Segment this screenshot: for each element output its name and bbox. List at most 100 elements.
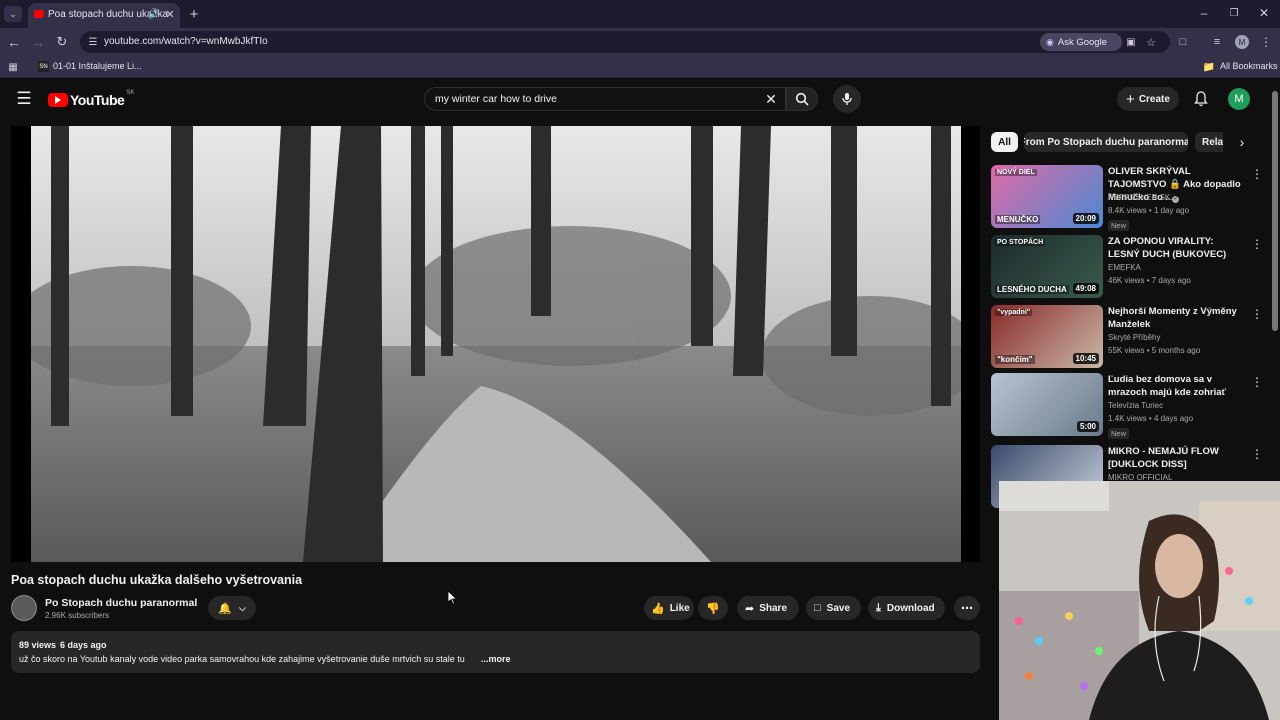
hamburger-menu-icon[interactable]: ☰ <box>14 89 34 109</box>
bookmark-star-icon[interactable]: ☆ <box>1144 35 1158 49</box>
youtube-page: ☰ YouTube SK my winter car how to drive … <box>0 79 1280 720</box>
address-bar[interactable]: ☰ youtube.com/watch?v=wnMwbJkfTIo ◉ Ask … <box>80 31 1170 53</box>
thumbnail-caption: "vypadni" <box>995 309 1033 316</box>
download-button[interactable]: ⤓ Download <box>868 596 945 620</box>
dislike-button[interactable]: 👎 <box>698 596 728 620</box>
minimize-icon[interactable]: – <box>1196 6 1212 20</box>
create-label: Create <box>1138 93 1170 105</box>
video-title: Poa stopach duchu ukažka dalšeho vyšetro… <box>11 573 303 587</box>
recommendation-thumbnail[interactable]: "vypadni" "končím" 10:45 <box>991 305 1103 368</box>
view-count: 8.4K views <box>1108 206 1147 215</box>
more-actions-button[interactable]: ⋯ <box>954 596 980 620</box>
recommendation-stats: 46K views • 7 days ago <box>1108 276 1191 285</box>
install-app-icon[interactable]: ▣ <box>1124 35 1138 49</box>
browser-tab[interactable]: Poa stopach duchu ukažka 🔊 ✕ <box>28 3 180 28</box>
webcam-person-image <box>999 481 1280 720</box>
recommendation-thumbnail[interactable]: 5:00 <box>991 373 1103 436</box>
new-tab-icon[interactable]: + <box>186 6 202 23</box>
microphone-icon <box>842 93 852 105</box>
create-button[interactable]: + Create <box>1117 87 1179 111</box>
search-button[interactable] <box>786 87 818 111</box>
browser-toolbar: ← → ↻ ☰ youtube.com/watch?v=wnMwbJkfTIo … <box>0 28 1280 56</box>
url-text[interactable]: youtube.com/watch?v=wnMwbJkfTIo <box>104 36 268 47</box>
recommendation-item[interactable]: PO STOPÁCH LESNÉHO DUCHA 49:08 ZA OPONOU VI… <box>991 235 1271 301</box>
bookmarks-bar: ▦ SN 01-01 Inštalujeme Li... 📁 All Bookm… <box>0 56 1280 78</box>
notifications-bell-icon[interactable] <box>1192 89 1210 109</box>
recommendation-title[interactable]: MIKRO - NEMAJÚ FLOW [DUKLOCK DISS] <box>1108 445 1243 471</box>
profile-avatar[interactable]: M <box>1235 35 1249 49</box>
all-bookmarks-link[interactable]: All Bookmarks <box>1220 61 1278 71</box>
youtube-logo[interactable]: YouTube SK <box>48 90 134 109</box>
new-badge: New <box>1108 220 1130 231</box>
description-box[interactable]: 89 views 6 days ago už čo skoro na Youtu… <box>11 631 980 673</box>
more-vertical-icon[interactable]: ⋮ <box>1251 237 1263 251</box>
page-scrollbar[interactable] <box>1272 91 1278 331</box>
bookmark-icon: □ <box>814 602 821 614</box>
thumbnail-caption: NOVÝ DIEL <box>995 169 1037 176</box>
upload-age: 1 day ago <box>1153 206 1190 215</box>
apps-grid-icon[interactable]: ▦ <box>6 60 20 74</box>
video-duration: 49:08 <box>1072 283 1099 294</box>
search-input[interactable]: my winter car how to drive <box>435 93 557 105</box>
mouse-cursor-icon <box>448 591 457 605</box>
show-more-link[interactable]: ...more <box>481 654 511 664</box>
recommendation-channel[interactable]: EMEFKA <box>1108 263 1141 272</box>
recommendation-thumbnail[interactable]: NOVÝ DIEL MENUČKO 20:09 <box>991 165 1103 228</box>
site-info-icon[interactable]: ☰ <box>86 35 100 49</box>
video-player[interactable] <box>11 126 980 562</box>
tab-close-icon[interactable]: ✕ <box>164 7 176 21</box>
chip-related[interactable]: Related <box>1195 132 1223 152</box>
chevron-right-icon[interactable]: › <box>1234 134 1250 150</box>
account-avatar[interactable]: M <box>1228 88 1250 110</box>
extensions-icon[interactable]: □ <box>1176 35 1190 49</box>
tab-search-icon[interactable]: ⌄ <box>4 6 22 22</box>
tab-audio-icon[interactable]: 🔊 <box>148 7 160 21</box>
recommendation-channel[interactable]: Televízia Turiec <box>1108 401 1163 410</box>
search-field[interactable]: my winter car how to drive ✕ <box>424 87 786 111</box>
share-button[interactable]: ➦ Share <box>737 596 799 620</box>
reading-list-icon[interactable]: ≡ <box>1210 35 1224 49</box>
plus-icon: + <box>1126 90 1135 108</box>
recommendation-item[interactable]: 5:00 Ľudia bez domova sa v mrazoch majú k… <box>991 373 1271 439</box>
restore-icon[interactable]: ❐ <box>1226 6 1242 20</box>
reload-icon[interactable]: ↻ <box>54 34 70 50</box>
thumbs-up-icon: 👍 <box>651 602 665 615</box>
more-vertical-icon[interactable]: ⋮ <box>1251 375 1263 389</box>
browser-menu-icon[interactable]: ⋮ <box>1259 35 1273 49</box>
more-vertical-icon[interactable]: ⋮ <box>1251 307 1263 321</box>
chip-from-channel[interactable]: From Po Stopach duchu paranormal <box>1024 132 1188 152</box>
recommendation-stats: 1.4K views • 4 days ago <box>1108 414 1194 423</box>
channel-label: REFRESHER SK <box>1108 193 1171 202</box>
voice-search-button[interactable] <box>833 85 861 113</box>
upload-age: 7 days ago <box>1151 276 1191 285</box>
chip-all[interactable]: All <box>991 132 1018 152</box>
recommendation-title[interactable]: ZA OPONOU VIRALITY: LESNÝ DUCH (BUKOVEC) <box>1108 235 1243 261</box>
download-label: Download <box>886 602 935 614</box>
back-icon[interactable]: ← <box>6 34 22 50</box>
recommendation-stats: 8.4K views • 1 day ago <box>1108 206 1190 215</box>
recommendation-item[interactable]: "vypadni" "končím" 10:45 Nejhorší Momenty z… <box>991 305 1271 371</box>
recommendation-item[interactable]: NOVÝ DIEL MENUČKO 20:09 OLIVER SKRÝVAL TAJO… <box>991 165 1271 231</box>
like-button[interactable]: 👍 Like <box>644 596 694 620</box>
close-window-icon[interactable]: ✕ <box>1256 6 1272 20</box>
channel-name[interactable]: Po Stopach duchu paranormal <box>45 597 197 609</box>
bookmark-item[interactable]: 01-01 Inštalujeme Li... <box>53 61 142 71</box>
more-vertical-icon[interactable]: ⋮ <box>1251 447 1263 461</box>
recommendation-channel[interactable]: Skryté Příběhy <box>1108 333 1160 342</box>
recommendation-thumbnail[interactable]: PO STOPÁCH LESNÉHO DUCHA 49:08 <box>991 235 1103 298</box>
video-duration: 5:00 <box>1076 421 1099 432</box>
recommendation-title[interactable]: Nejhorší Momenty z Výměny Manželek <box>1108 305 1243 331</box>
chip-from-channel-label: From Po Stopach duchu paranormal <box>1024 136 1188 148</box>
recommendation-channel[interactable]: REFRESHER SK ✓ <box>1108 193 1180 203</box>
channel-avatar[interactable] <box>11 595 37 621</box>
recommendation-title[interactable]: Ľudia bez domova sa v mrazoch majú kde z… <box>1108 373 1243 399</box>
save-button[interactable]: □ Save <box>806 596 861 620</box>
more-vertical-icon[interactable]: ⋮ <box>1251 167 1263 181</box>
subscription-bell-button[interactable]: 🔔 ⌵ <box>208 596 256 620</box>
ask-google-button[interactable]: ◉ Ask Google <box>1040 33 1122 51</box>
channel-label: EMEFKA <box>1108 263 1141 272</box>
forward-icon[interactable]: → <box>30 34 46 50</box>
clear-search-icon[interactable]: ✕ <box>763 91 779 107</box>
bell-icon: 🔔 <box>218 602 232 615</box>
upload-age: 6 days ago <box>60 640 107 650</box>
